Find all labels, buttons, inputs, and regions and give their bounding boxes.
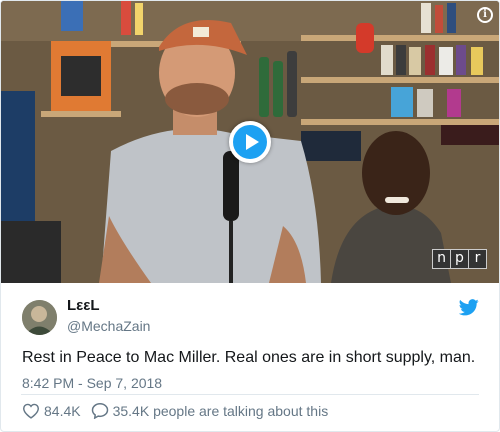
like-count: 84.4K [44,402,81,419]
play-icon [246,134,259,150]
heart-icon [22,403,40,419]
video-thumbnail[interactable]: i n p r [1,1,499,283]
talking-count: 35.4K people are talking about this [112,402,329,419]
npr-logo-letter: p [451,250,469,268]
tweet-actions: 84.4K 35.4K people are talking about thi… [22,402,328,419]
speech-bubble-icon [91,402,108,419]
like-button[interactable]: 84.4K [22,403,81,419]
author-handle[interactable]: @MechaZain [67,318,150,334]
avatar-image [22,300,57,335]
tweet-text: Rest in Peace to Mac Miller. Real ones a… [22,349,476,366]
twitter-bird-icon[interactable] [458,299,479,321]
tweet-timestamp[interactable]: 8:42 PM - Sep 7, 2018 [22,375,162,391]
author-display-name[interactable]: LεεL [67,297,100,314]
play-button[interactable] [229,121,271,163]
info-icon[interactable]: i [477,7,493,23]
npr-logo-letter: r [469,250,486,268]
npr-logo-letter: n [433,250,451,268]
divider [21,394,479,395]
reply-conversation-button[interactable]: 35.4K people are talking about this [91,402,329,419]
npr-logo: n p r [432,249,487,269]
avatar[interactable] [22,300,57,335]
embedded-tweet-card: i n p r LεεL @MechaZain Rest in Peace to… [0,0,500,432]
